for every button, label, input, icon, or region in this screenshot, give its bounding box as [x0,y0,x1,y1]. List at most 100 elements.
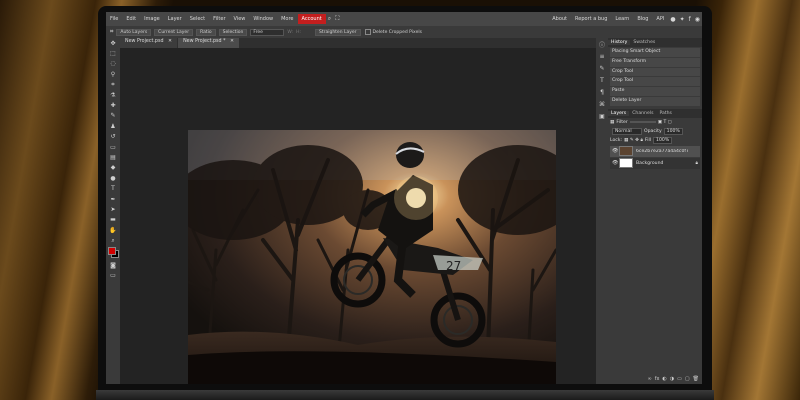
quick-mask-icon[interactable]: ◙ [106,260,120,270]
about-link[interactable]: About [548,16,571,22]
tab-layers[interactable]: Layers [608,110,630,116]
eyedropper-icon[interactable]: ⚗ [106,90,120,100]
new-layer-icon[interactable]: ▢ [685,376,690,382]
shape-tool-icon[interactable]: ▬ [106,215,120,225]
foreground-color-swatch[interactable] [108,246,116,255]
document-tab[interactable]: New Project.psd ✕ [120,38,178,48]
tab-swatches[interactable]: Swatches [630,40,658,45]
layer-row[interactable]: 👁︎ Background 🔒︎ [610,157,700,169]
canvas-area[interactable]: 27 [120,48,596,384]
auto-layers-button[interactable]: Auto Layers [116,28,152,36]
marquee-tool-icon[interactable]: ⬚ [106,48,120,58]
screen-mode-icon[interactable]: ▭ [106,270,120,280]
tab-history[interactable]: History [608,40,631,45]
layer-mask-icon[interactable]: ◐ [662,376,666,382]
close-icon[interactable]: ✕ [168,39,172,44]
straighten-layer-button[interactable]: Straighten Layer [314,28,361,36]
menu-image[interactable]: Image [140,16,164,22]
history-item[interactable]: Crop Tool [610,77,700,87]
color-swatches[interactable] [106,246,120,260]
report-bug-link[interactable]: Report a bug [571,16,611,22]
search-icon[interactable]: ⌕ [326,15,333,23]
ratio-button[interactable]: Ratio [196,28,216,36]
fill-label: Fill [644,137,652,143]
delete-cropped-checkbox[interactable]: Delete Cropped Pixels [364,29,422,35]
blur-tool-icon[interactable]: ◆ [106,163,120,173]
paragraph-icon[interactable]: ¶ [596,86,608,98]
history-item[interactable]: Placing Smart Object [610,48,700,57]
brush-settings-icon[interactable]: ✎ [596,62,608,74]
lock-row: Lock: ▦ ✎ ✥ 🔒︎ Fill 100% [608,136,702,145]
menu-window[interactable]: Window [249,16,277,22]
history-item[interactable]: Delete Layer [610,96,700,106]
hand-tool-icon[interactable]: ✋ [106,225,120,235]
history-item[interactable]: Free Transform [610,57,700,67]
fill-input[interactable]: 100% [653,136,673,144]
blog-link[interactable]: Blog [633,16,652,22]
filter-type-icons[interactable]: ▣ T ◻ [658,120,672,125]
link-layers-icon[interactable]: ∞ [648,376,652,382]
filter-icon[interactable]: ▦ [610,120,614,125]
motocross-photo[interactable]: 27 [188,130,556,384]
adjustment-icon[interactable]: ◑ [670,376,674,382]
eye-icon[interactable]: 👁︎ [612,160,619,166]
clone-stamp-icon[interactable]: ♟ [106,121,120,131]
dodge-tool-icon[interactable]: ● [106,173,120,183]
healing-brush-icon[interactable]: ✚ [106,100,120,110]
history-item[interactable]: Paste [610,87,700,96]
current-layer-button[interactable]: Current Layer [154,28,194,36]
delete-layer-icon[interactable]: 🗑︎ [693,376,699,382]
crop-tool-button-icon[interactable]: ⌗ [106,80,120,90]
image-panel-icon[interactable]: ▣ [596,110,608,122]
lock-icons[interactable]: ▦ ✎ ✥ 🔒︎ [624,137,643,143]
close-icon[interactable]: ✕ [230,39,234,44]
new-group-icon[interactable]: ▭ [677,376,682,382]
account-button[interactable]: Account [297,14,326,24]
crop-mode-select[interactable]: Free [250,28,285,36]
menu-file[interactable]: File [106,16,122,22]
github-icon[interactable]: ◉ [693,16,702,23]
magic-wand-icon[interactable]: ⚲ [106,69,120,79]
type-tool-icon[interactable]: T [106,183,120,193]
blend-mode-select[interactable]: Normal [612,127,642,135]
learn-link[interactable]: Learn [611,16,633,22]
eye-icon[interactable]: 👁︎ [612,148,619,154]
layer-filter-row: ▦ Filter ▣ T ◻ [608,118,702,127]
layers-tabs: Layers Channels Paths [608,108,702,118]
history-list: Placing Smart Object Free Transform Crop… [608,47,702,109]
path-select-icon[interactable]: ➤ [106,204,120,214]
document-tab-active[interactable]: New Project.psd * ✕ [178,38,240,48]
twitter-icon[interactable]: ✦ [678,16,687,23]
pen-tool-icon[interactable]: ✒ [106,194,120,204]
move-tool-icon[interactable]: ✥ [106,38,120,48]
css-icon[interactable]: ⌘ [596,98,608,110]
layer-effects-icon[interactable]: fx [655,376,660,382]
tab-channels[interactable]: Channels [629,111,656,116]
eraser-icon[interactable]: ▭ [106,142,120,152]
api-link[interactable]: API [652,16,668,22]
layer-row[interactable]: 👁︎ 6ce2b7e2a77a4a4c0f7c1d9b5 [610,145,700,157]
history-item[interactable]: Crop Tool [610,67,700,77]
properties-icon[interactable]: ≡ [596,50,608,62]
fullscreen-icon[interactable]: ⛶ [333,15,341,23]
filter-select[interactable] [629,121,656,124]
menu-view[interactable]: View [230,16,250,22]
character-icon[interactable]: T [596,74,608,86]
selection-button[interactable]: Selection [218,28,248,36]
menu-edit[interactable]: Edit [122,16,140,22]
history-brush-icon[interactable]: ↺ [106,132,120,142]
reddit-icon[interactable]: ● [668,16,677,23]
svg-text:27: 27 [446,259,461,273]
menu-filter[interactable]: Filter [209,16,229,22]
crop-tool-icon[interactable]: ⌗ [110,28,113,36]
gradient-tool-icon[interactable]: ▤ [106,152,120,162]
menu-select[interactable]: Select [186,16,209,22]
menu-layer[interactable]: Layer [164,16,186,22]
info-icon[interactable]: ⓘ [596,38,608,50]
menu-more[interactable]: More [277,16,297,22]
opacity-input[interactable]: 100% [663,127,683,135]
lasso-tool-icon[interactable]: ◌ [106,59,120,69]
zoom-tool-icon[interactable]: ⌕ [106,235,120,245]
tab-paths[interactable]: Paths [656,111,675,116]
brush-tool-icon[interactable]: ✎ [106,111,120,121]
